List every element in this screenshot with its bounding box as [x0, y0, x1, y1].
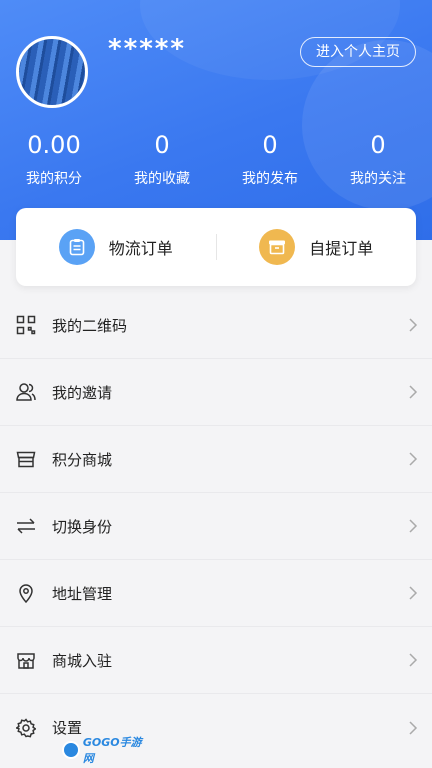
chevron-right-icon — [408, 452, 418, 466]
chevron-right-icon — [408, 519, 418, 533]
watermark-text: GOGO手游网 — [82, 736, 142, 765]
chevron-right-icon — [408, 385, 418, 399]
watermark: GOGO手游网 — [62, 736, 152, 765]
stat-value: 0 — [262, 131, 278, 159]
username: ***** — [108, 34, 186, 64]
menu-item-label: 我的邀请 — [52, 383, 113, 402]
stat-value: 0 — [370, 131, 386, 159]
menu-item-invitation[interactable]: 我的邀请 — [0, 359, 432, 426]
menu-item-address[interactable]: 地址管理 — [0, 560, 432, 627]
box-icon — [259, 229, 296, 265]
pickup-orders-button[interactable]: 自提订单 — [217, 229, 417, 265]
menu-list: 我的二维码 我的邀请 积分商城 切换身份 地址管理 商城入驻 设置 — [0, 292, 432, 761]
gear-icon — [16, 717, 36, 738]
stat-label: 我的关注 — [350, 171, 406, 187]
order-label: 自提订单 — [309, 239, 374, 258]
stat-favorites[interactable]: 0 我的收藏 — [108, 128, 216, 198]
chevron-right-icon — [408, 720, 418, 735]
menu-item-mall-entry[interactable]: 商城入驻 — [0, 627, 432, 694]
profile-header: ***** 进入个人主页 0.00 我的积分 0 我的收藏 0 我的发布 0 我… — [0, 0, 432, 240]
menu-item-label: 地址管理 — [52, 584, 113, 603]
menu-item-label: 我的二维码 — [52, 316, 128, 335]
stat-label: 我的收藏 — [134, 171, 190, 187]
chevron-right-icon — [408, 586, 418, 600]
clipboard-icon — [58, 229, 95, 265]
stat-value: 0.00 — [27, 131, 81, 159]
stat-label: 我的发布 — [242, 171, 298, 187]
order-label: 物流订单 — [108, 239, 173, 258]
users-icon — [16, 382, 36, 402]
qr-code-icon — [16, 315, 36, 335]
switch-icon — [16, 516, 36, 536]
enter-homepage-button[interactable]: 进入个人主页 — [300, 37, 416, 67]
watermark-logo-icon — [62, 741, 80, 759]
store-icon — [16, 449, 36, 469]
chevron-right-icon — [408, 318, 418, 332]
stat-posts[interactable]: 0 我的发布 — [216, 128, 324, 198]
menu-item-label: 积分商城 — [52, 450, 113, 469]
stat-value: 0 — [154, 131, 170, 159]
menu-item-label: 商城入驻 — [52, 651, 113, 670]
stats-row: 0.00 我的积分 0 我的收藏 0 我的发布 0 我的关注 — [0, 128, 432, 198]
orders-card: 物流订单 自提订单 — [16, 208, 416, 286]
shop-icon — [16, 650, 36, 670]
logistics-orders-button[interactable]: 物流订单 — [16, 229, 216, 265]
stat-points[interactable]: 0.00 我的积分 — [0, 128, 108, 198]
menu-item-label: 切换身份 — [52, 517, 113, 536]
stat-following[interactable]: 0 我的关注 — [324, 128, 432, 198]
menu-item-points-mall[interactable]: 积分商城 — [0, 426, 432, 493]
avatar[interactable] — [16, 36, 88, 108]
chevron-right-icon — [408, 653, 418, 667]
stat-label: 我的积分 — [26, 171, 82, 187]
menu-item-qr-code[interactable]: 我的二维码 — [0, 292, 432, 359]
location-icon — [16, 583, 36, 603]
menu-item-switch-identity[interactable]: 切换身份 — [0, 493, 432, 560]
